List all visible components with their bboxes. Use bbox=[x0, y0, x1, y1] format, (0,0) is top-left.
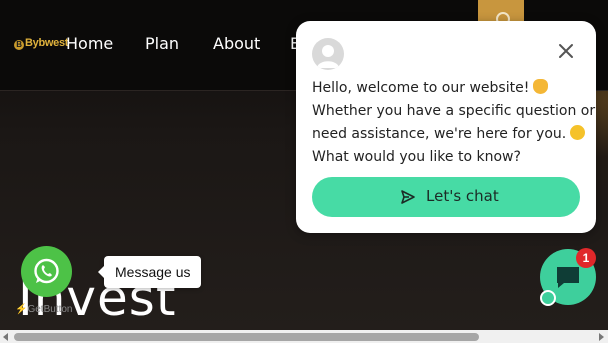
send-icon bbox=[401, 190, 415, 204]
chat-bubble-icon bbox=[557, 267, 579, 288]
whatsapp-button[interactable] bbox=[21, 246, 72, 297]
close-popup-button[interactable] bbox=[554, 39, 578, 63]
message-line-1: Hello, welcome to our website! bbox=[312, 80, 530, 96]
getbutton-label: GetButton bbox=[27, 304, 73, 315]
coin-icon: B bbox=[14, 40, 24, 50]
nav-plan[interactable]: Plan bbox=[145, 34, 179, 53]
unread-badge: 1 bbox=[576, 248, 596, 268]
message-line-2: Whether you have a specific question or bbox=[312, 103, 596, 119]
scrollbar-thumb[interactable] bbox=[14, 333, 479, 341]
nav-about[interactable]: About bbox=[213, 34, 260, 53]
user-icon bbox=[317, 45, 339, 68]
scroll-right-icon[interactable] bbox=[598, 333, 604, 341]
lets-chat-button[interactable]: Let's chat bbox=[312, 177, 580, 217]
logo-text: Bybwest bbox=[25, 37, 69, 49]
online-indicator bbox=[540, 290, 556, 306]
welcome-message: Hello, welcome to our website! Whether y… bbox=[312, 77, 596, 169]
close-icon bbox=[559, 44, 573, 58]
wave-emoji-icon bbox=[533, 79, 549, 94]
getbutton-brand[interactable]: ⚡GetButton bbox=[15, 304, 72, 315]
lets-chat-label: Let's chat bbox=[426, 187, 499, 205]
site-logo[interactable]: B Bybwest bbox=[14, 37, 68, 50]
nav-home[interactable]: Home bbox=[66, 34, 113, 53]
chat-welcome-popup: Hello, welcome to our website! Whether y… bbox=[296, 21, 596, 233]
scroll-left-icon[interactable] bbox=[3, 333, 9, 341]
whatsapp-tooltip[interactable]: Message us bbox=[97, 256, 202, 288]
message-line-3: need assistance, we're here for you. bbox=[312, 126, 567, 142]
horizontal-scrollbar[interactable] bbox=[0, 330, 608, 343]
smile-emoji-icon bbox=[570, 125, 586, 140]
message-line-4: What would you like to know? bbox=[312, 149, 521, 165]
whatsapp-icon bbox=[34, 258, 59, 284]
agent-avatar bbox=[312, 38, 344, 70]
